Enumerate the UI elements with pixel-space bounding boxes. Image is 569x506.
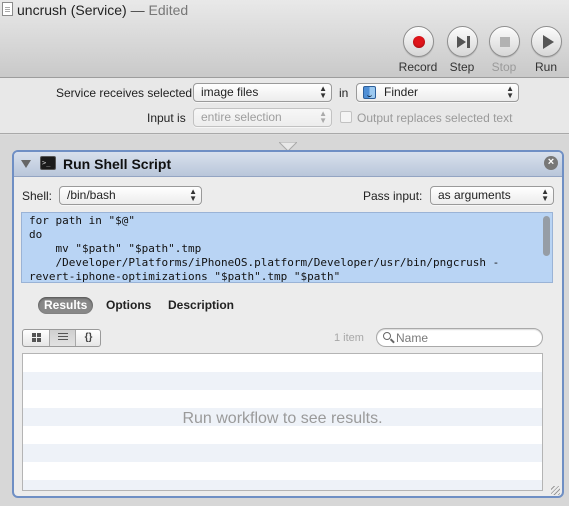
action-title: Run Shell Script — [63, 156, 172, 172]
record-label: Record — [398, 60, 438, 74]
shell-value: /bin/bash — [67, 188, 116, 202]
run-icon — [542, 35, 554, 49]
service-receives-label: Service receives selected — [56, 86, 193, 100]
tab-results[interactable]: Results — [38, 297, 94, 314]
output-replaces-label: Output replaces selected text — [357, 111, 513, 125]
disclosure-triangle-icon[interactable] — [21, 160, 31, 168]
popup-arrows-icon: ▲ ▼ — [319, 109, 327, 125]
popup-arrows-icon: ▲ ▼ — [506, 84, 514, 100]
list-view-icon[interactable] — [49, 330, 75, 346]
finder-icon — [363, 86, 376, 99]
script-scrollbar[interactable] — [543, 216, 550, 256]
output-replaces-checkbox[interactable] — [340, 111, 352, 123]
input-is-value: entire selection — [201, 110, 282, 124]
in-label: in — [339, 86, 349, 100]
script-text[interactable]: for path in "$@" do mv "$path" "$path".t… — [29, 214, 499, 282]
input-type-popup[interactable]: image files ▲ ▼ — [193, 83, 332, 102]
window-toolbar: uncrush (Service) — Edited Record Step S… — [0, 0, 569, 78]
empty-results-message: Run workflow to see results. — [182, 410, 383, 427]
stop-icon — [499, 37, 510, 47]
terminal-icon: >_ — [40, 156, 56, 170]
results-view-switcher: {} — [22, 329, 101, 347]
window-title-separator: — — [130, 2, 145, 18]
step-button[interactable]: Step — [440, 26, 484, 74]
search-input[interactable] — [396, 330, 536, 345]
pass-input-label: Pass input: — [363, 189, 423, 203]
input-is-popup[interactable]: entire selection ▲ ▼ — [193, 108, 332, 127]
document-icon[interactable] — [2, 2, 13, 16]
edited-indicator: Edited — [148, 2, 189, 18]
pass-input-value: as arguments — [438, 188, 511, 202]
application-value: Finder — [384, 85, 419, 99]
record-button[interactable]: Record — [396, 26, 440, 74]
run-button[interactable]: Run — [524, 26, 568, 74]
shell-popup[interactable]: /bin/bash ▲ ▼ — [59, 186, 202, 205]
popup-arrows-icon: ▲ ▼ — [319, 84, 327, 100]
item-count: 1 item — [334, 332, 364, 344]
tab-options[interactable]: Options — [100, 297, 157, 314]
run-shell-script-action: >_ Run Shell Script × Shell: /bin/bash ▲… — [12, 150, 564, 498]
input-is-label: Input is — [147, 111, 186, 125]
shell-label: Shell: — [22, 189, 53, 203]
stop-button[interactable]: Stop — [482, 26, 526, 74]
search-icon — [383, 332, 391, 340]
popup-arrows-icon: ▲ ▼ — [189, 187, 197, 203]
application-popup[interactable]: Finder ▲ ▼ — [356, 83, 519, 102]
braces-view-icon[interactable]: {} — [75, 330, 101, 346]
action-header: >_ Run Shell Script × — [14, 152, 562, 177]
grid-view-icon[interactable] — [23, 330, 49, 346]
popup-arrows-icon: ▲ ▼ — [541, 187, 549, 203]
close-icon[interactable]: × — [544, 156, 558, 170]
input-type-value: image files — [201, 85, 259, 99]
results-search-field[interactable] — [376, 328, 543, 347]
script-editor[interactable]: for path in "$@" do mv "$path" "$path".t… — [21, 212, 553, 283]
stop-label: Stop — [491, 60, 517, 74]
step-icon — [456, 36, 470, 48]
tab-description[interactable]: Description — [162, 297, 240, 314]
window-title-name: uncrush (Service) — [17, 2, 127, 18]
service-settings-bar: Service receives selected image files ▲ ▼… — [0, 78, 569, 134]
window-title: uncrush (Service) — Edited — [17, 2, 188, 18]
step-label: Step — [449, 60, 475, 74]
record-icon — [412, 36, 425, 48]
run-label: Run — [534, 60, 557, 74]
resize-grip-icon[interactable] — [551, 486, 560, 495]
pass-input-popup[interactable]: as arguments ▲ ▼ — [430, 186, 554, 205]
results-list[interactable]: Run workflow to see results. — [22, 353, 543, 491]
